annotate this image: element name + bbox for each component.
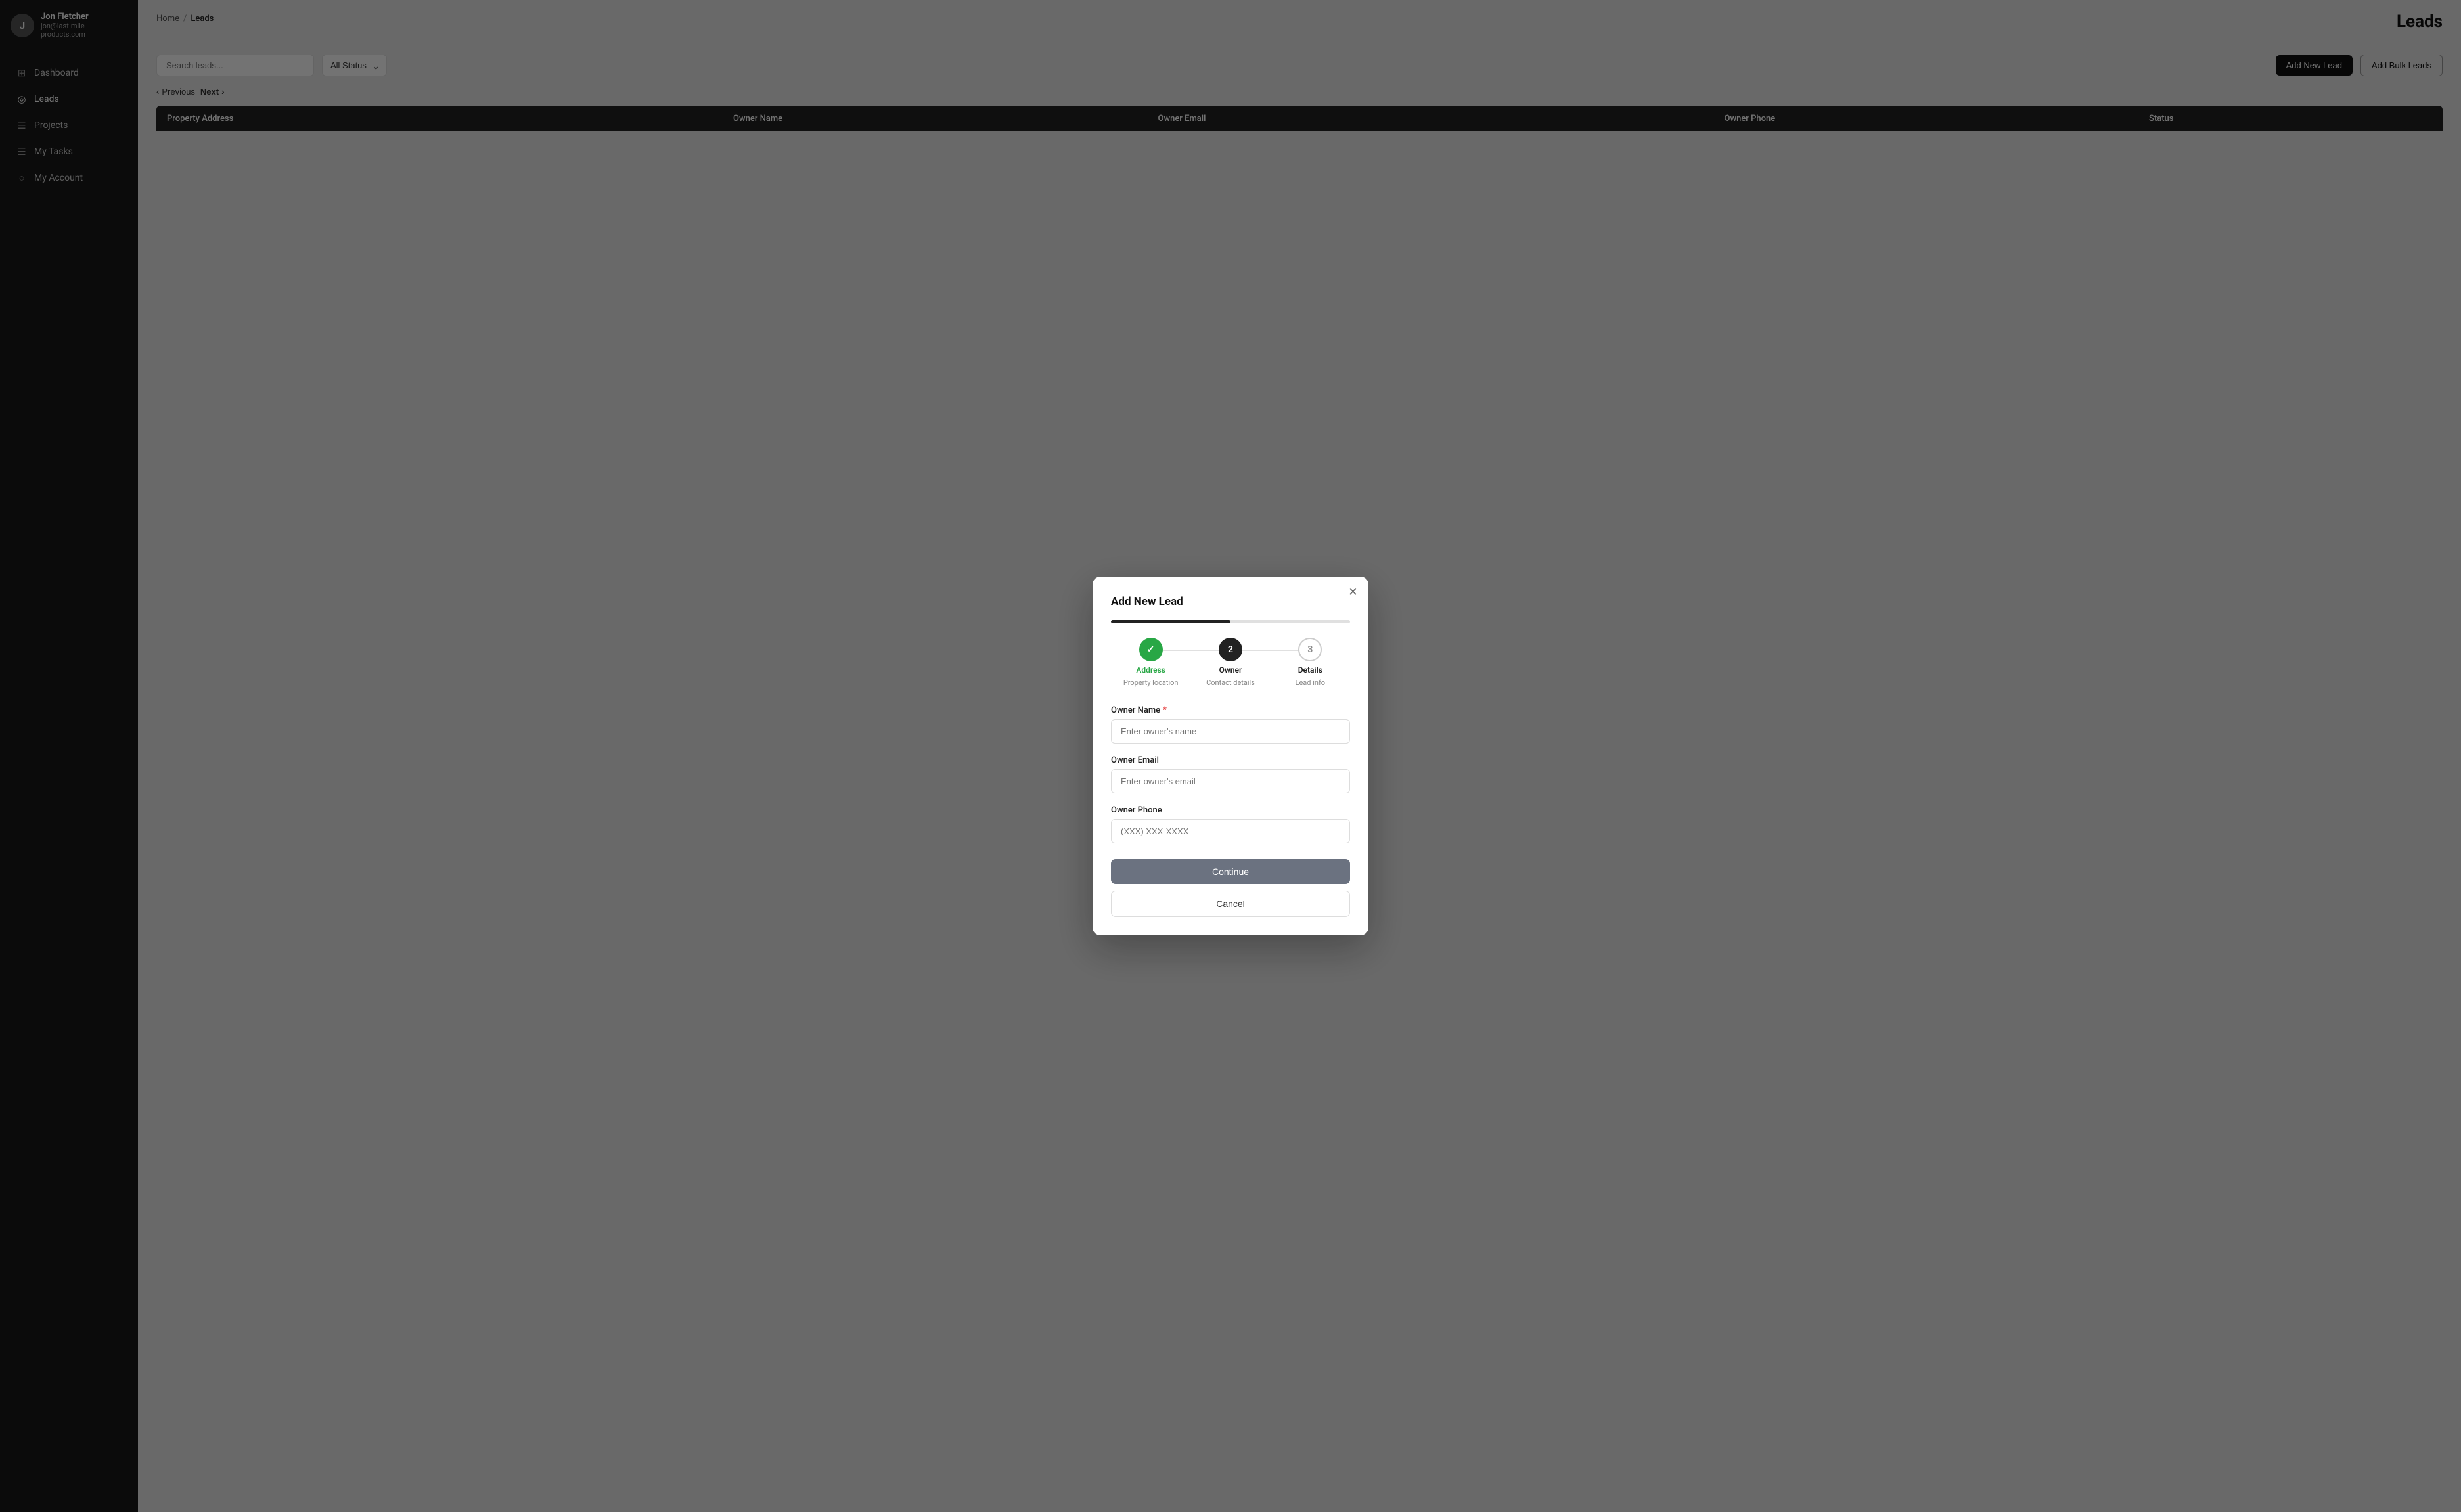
step-owner: 2 Owner Contact details [1190,638,1270,687]
modal-overlay: ✕ Add New Lead ✓ Address Property locati… [0,0,2461,1512]
owner-email-input[interactable] [1111,769,1350,793]
owner-name-group: Owner Name * [1111,705,1350,744]
modal-close-button[interactable]: ✕ [1348,586,1358,598]
owner-phone-label: Owner Phone [1111,805,1350,815]
step-address: ✓ Address Property location [1111,638,1190,687]
owner-name-input[interactable] [1111,719,1350,744]
cancel-button[interactable]: Cancel [1111,891,1350,917]
step-1-sublabel: Property location [1123,678,1179,687]
owner-email-group: Owner Email [1111,755,1350,793]
modal-title: Add New Lead [1111,595,1350,608]
progress-bar-fill [1111,620,1230,623]
continue-button[interactable]: Continue [1111,859,1350,884]
step-3-label: Details [1298,665,1322,675]
owner-name-label: Owner Name * [1111,705,1350,715]
step-2-sublabel: Contact details [1206,678,1255,687]
add-new-lead-modal: ✕ Add New Lead ✓ Address Property locati… [1093,577,1368,935]
progress-bar-track [1111,620,1350,623]
step-3-sublabel: Lead info [1296,678,1326,687]
step-2-label: Owner [1219,665,1242,675]
step-1-circle: ✓ [1139,638,1163,661]
modal-footer: Continue Cancel [1111,859,1350,917]
owner-email-label: Owner Email [1111,755,1350,765]
required-star: * [1163,705,1167,715]
step-details: 3 Details Lead info [1271,638,1350,687]
step-2-circle: 2 [1219,638,1242,661]
owner-phone-input[interactable] [1111,819,1350,843]
owner-phone-group: Owner Phone [1111,805,1350,843]
step-1-label: Address [1136,665,1165,675]
steps-row: ✓ Address Property location 2 Owner Cont… [1111,638,1350,687]
step-3-circle: 3 [1298,638,1322,661]
